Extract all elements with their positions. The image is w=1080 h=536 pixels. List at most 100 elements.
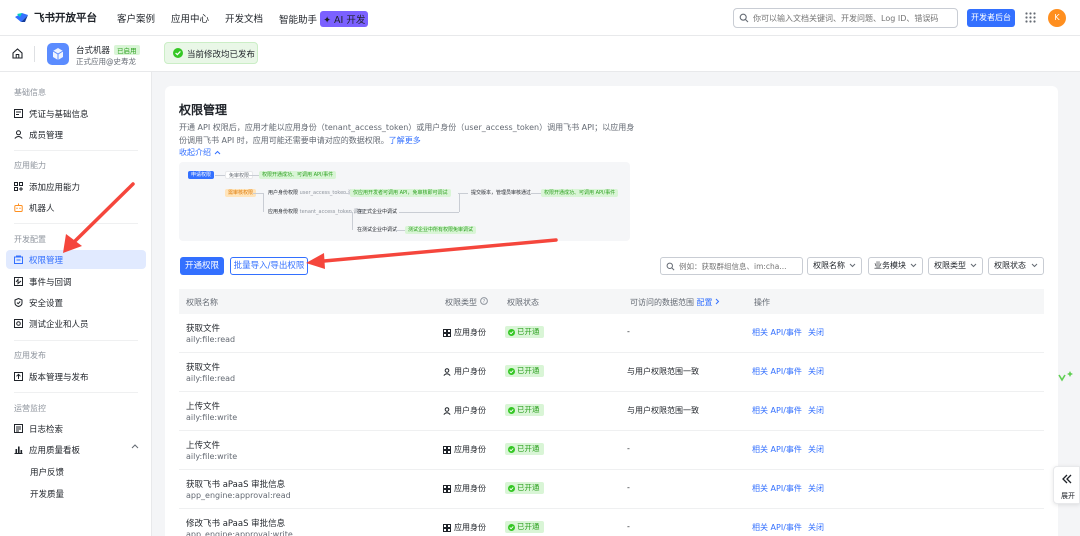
status-label: 已开通 xyxy=(517,522,540,531)
permission-type: 应用身份 xyxy=(443,327,486,338)
sidebar-item-add-capability[interactable]: 添加应用能力 xyxy=(6,177,146,196)
close-permission-link[interactable]: 关闭 xyxy=(808,444,824,455)
permission-search[interactable] xyxy=(660,257,803,275)
flow-connector xyxy=(342,193,350,194)
flow-connector xyxy=(531,193,541,194)
filter-permission-type[interactable]: 权限类型 xyxy=(928,257,983,275)
table-row: 修改飞书 aPaaS 审批信息 app_engine:approval:write… xyxy=(179,509,1044,536)
sidebar-item-bot[interactable]: 机器人 xyxy=(6,198,146,217)
filter-permission-name[interactable]: 权限名称 xyxy=(807,257,862,275)
permission-flow-diagram: 申请权限 免审权限 权限开通成功、可调用 API/事件 需审核权限 用户身份权限… xyxy=(179,162,630,241)
nav-customer-cases[interactable]: 客户案例 xyxy=(117,11,155,27)
test-tenant-icon xyxy=(14,319,23,328)
flow-connector xyxy=(215,175,225,176)
nav-dev-docs[interactable]: 开发文档 xyxy=(225,11,263,27)
close-permission-link[interactable]: 关闭 xyxy=(808,366,824,377)
related-api-link[interactable]: 相关 API/事件 xyxy=(752,405,802,416)
sidebar-item-test-tenant[interactable]: 测试企业和人员 xyxy=(6,314,146,333)
check-circle-icon xyxy=(508,484,515,492)
close-permission-link[interactable]: 关闭 xyxy=(808,483,824,494)
flow-connector xyxy=(253,193,263,194)
publish-status-toast: 当前修改均已发布 xyxy=(164,42,258,64)
filter-label: 权限状态 xyxy=(994,261,1026,270)
table-row: 获取文件 aily:file:read 应用身份 已开通 - 相关 API/事件 关闭 xyxy=(179,314,1044,353)
flow-connector xyxy=(395,230,405,231)
nav-ai-assistant-label: 智能助手 xyxy=(279,15,318,26)
scope-config-link[interactable]: 配置 xyxy=(697,298,721,307)
app-identity-icon xyxy=(443,484,451,493)
divider xyxy=(34,46,35,62)
credentials-icon xyxy=(14,109,23,118)
check-circle-icon xyxy=(508,406,515,414)
feishu-open-platform-logo[interactable]: 飞书开放平台 xyxy=(14,10,97,25)
sidebar-item-label: 事件与回调 xyxy=(29,277,72,288)
sidebar-section-basic: 基础信息 xyxy=(14,88,46,97)
status-label: 已开通 xyxy=(517,444,540,453)
th-scope-label: 可访问的数据范围 xyxy=(630,298,694,307)
app-subtitle: 正式应用@史寿龙 xyxy=(76,57,136,66)
chevron-up-icon xyxy=(214,150,220,155)
status-label: 已开通 xyxy=(517,483,540,492)
user-icon xyxy=(14,130,23,139)
data-scope: - xyxy=(627,444,630,453)
data-scope: - xyxy=(627,522,630,531)
sidebar-item-logs[interactable]: 日志检索 xyxy=(6,419,146,438)
sidebar-item-label: 成员管理 xyxy=(29,130,64,141)
enable-permission-button[interactable]: 开通权限 xyxy=(180,257,224,275)
check-circle-icon xyxy=(508,523,515,531)
status-label: 已开通 xyxy=(517,366,540,375)
developer-console-button[interactable]: 开发者后台 xyxy=(967,9,1015,27)
related-api-link[interactable]: 相关 API/事件 xyxy=(752,444,802,455)
permission-search-input[interactable] xyxy=(679,259,799,273)
filter-permission-status[interactable]: 权限状态 xyxy=(988,257,1044,275)
nav-app-center[interactable]: 应用中心 xyxy=(171,11,209,27)
sidebar-item-members[interactable]: 成员管理 xyxy=(6,125,146,144)
th-scope: 可访问的数据范围 配置 xyxy=(630,297,720,308)
sidebar-divider xyxy=(14,340,138,341)
learn-more-link[interactable]: 了解更多 xyxy=(389,136,421,145)
chevron-up-icon[interactable] xyxy=(131,443,139,449)
batch-import-export-button[interactable]: 批量导入/导出权限 xyxy=(230,257,308,275)
check-circle-icon xyxy=(508,328,515,336)
global-search[interactable] xyxy=(733,8,958,28)
sidebar-item-events[interactable]: 事件与回调 xyxy=(6,272,146,291)
check-circle-icon xyxy=(508,445,515,453)
expand-panel-tab[interactable]: 展开 xyxy=(1053,466,1080,504)
home-icon[interactable] xyxy=(11,47,24,60)
related-api-link[interactable]: 相关 API/事件 xyxy=(752,366,802,377)
apps-grid-icon[interactable] xyxy=(1025,12,1036,23)
collapse-intro-link[interactable]: 收起介绍 xyxy=(179,147,221,158)
chevron-down-icon xyxy=(1031,263,1038,268)
svg-text:?: ? xyxy=(482,299,485,305)
close-permission-link[interactable]: 关闭 xyxy=(808,327,824,338)
related-api-link[interactable]: 相关 API/事件 xyxy=(752,327,802,338)
flow-connector xyxy=(459,193,460,212)
close-permission-link[interactable]: 关闭 xyxy=(808,522,824,533)
user-avatar[interactable]: K xyxy=(1048,9,1066,27)
status-badge: 已开通 xyxy=(505,365,544,377)
sidebar-subitem-feedback[interactable]: 用户反馈 xyxy=(30,466,64,478)
related-api-link[interactable]: 相关 API/事件 xyxy=(752,522,802,533)
app-header-bar: 台式机器 已启用 正式应用@史寿龙 xyxy=(0,36,1080,72)
sidebar-item-quality-dashboard[interactable]: 应用质量看板 xyxy=(6,440,146,459)
sidebar-item-label: 机器人 xyxy=(29,203,55,214)
flow-app-identity-label: 应用身份权限 xyxy=(268,209,299,215)
flow-user-identity-label: 用户身份权限 xyxy=(268,190,299,196)
filter-business-module[interactable]: 业务模块 xyxy=(868,257,923,275)
flow-in-test: 在测试企业中调试 xyxy=(357,227,398,233)
sidebar-item-permissions[interactable]: 权限管理 xyxy=(6,250,146,269)
nav-ai-assistant[interactable]: 智能助手 ✦ AI 开发 xyxy=(279,11,369,27)
app-status-tag: 已启用 xyxy=(114,45,140,55)
sidebar-subitem-dev-quality[interactable]: 开发质量 xyxy=(30,488,64,500)
permission-name: 修改飞书 aPaaS 审批信息 xyxy=(186,519,286,529)
sidebar-item-credentials[interactable]: 凭证与基础信息 xyxy=(6,104,146,123)
sidebar-item-security[interactable]: 安全设置 xyxy=(6,293,146,312)
status-badge: 已开通 xyxy=(505,326,544,338)
permission-name: 获取文件 xyxy=(186,363,221,373)
global-search-input[interactable] xyxy=(753,11,953,25)
close-permission-link[interactable]: 关闭 xyxy=(808,405,824,416)
sidebar-item-versions[interactable]: 版本管理与发布 xyxy=(6,367,146,386)
sidebar-item-label: 添加应用能力 xyxy=(29,182,81,193)
help-icon[interactable]: ? xyxy=(479,297,488,305)
related-api-link[interactable]: 相关 API/事件 xyxy=(752,483,802,494)
